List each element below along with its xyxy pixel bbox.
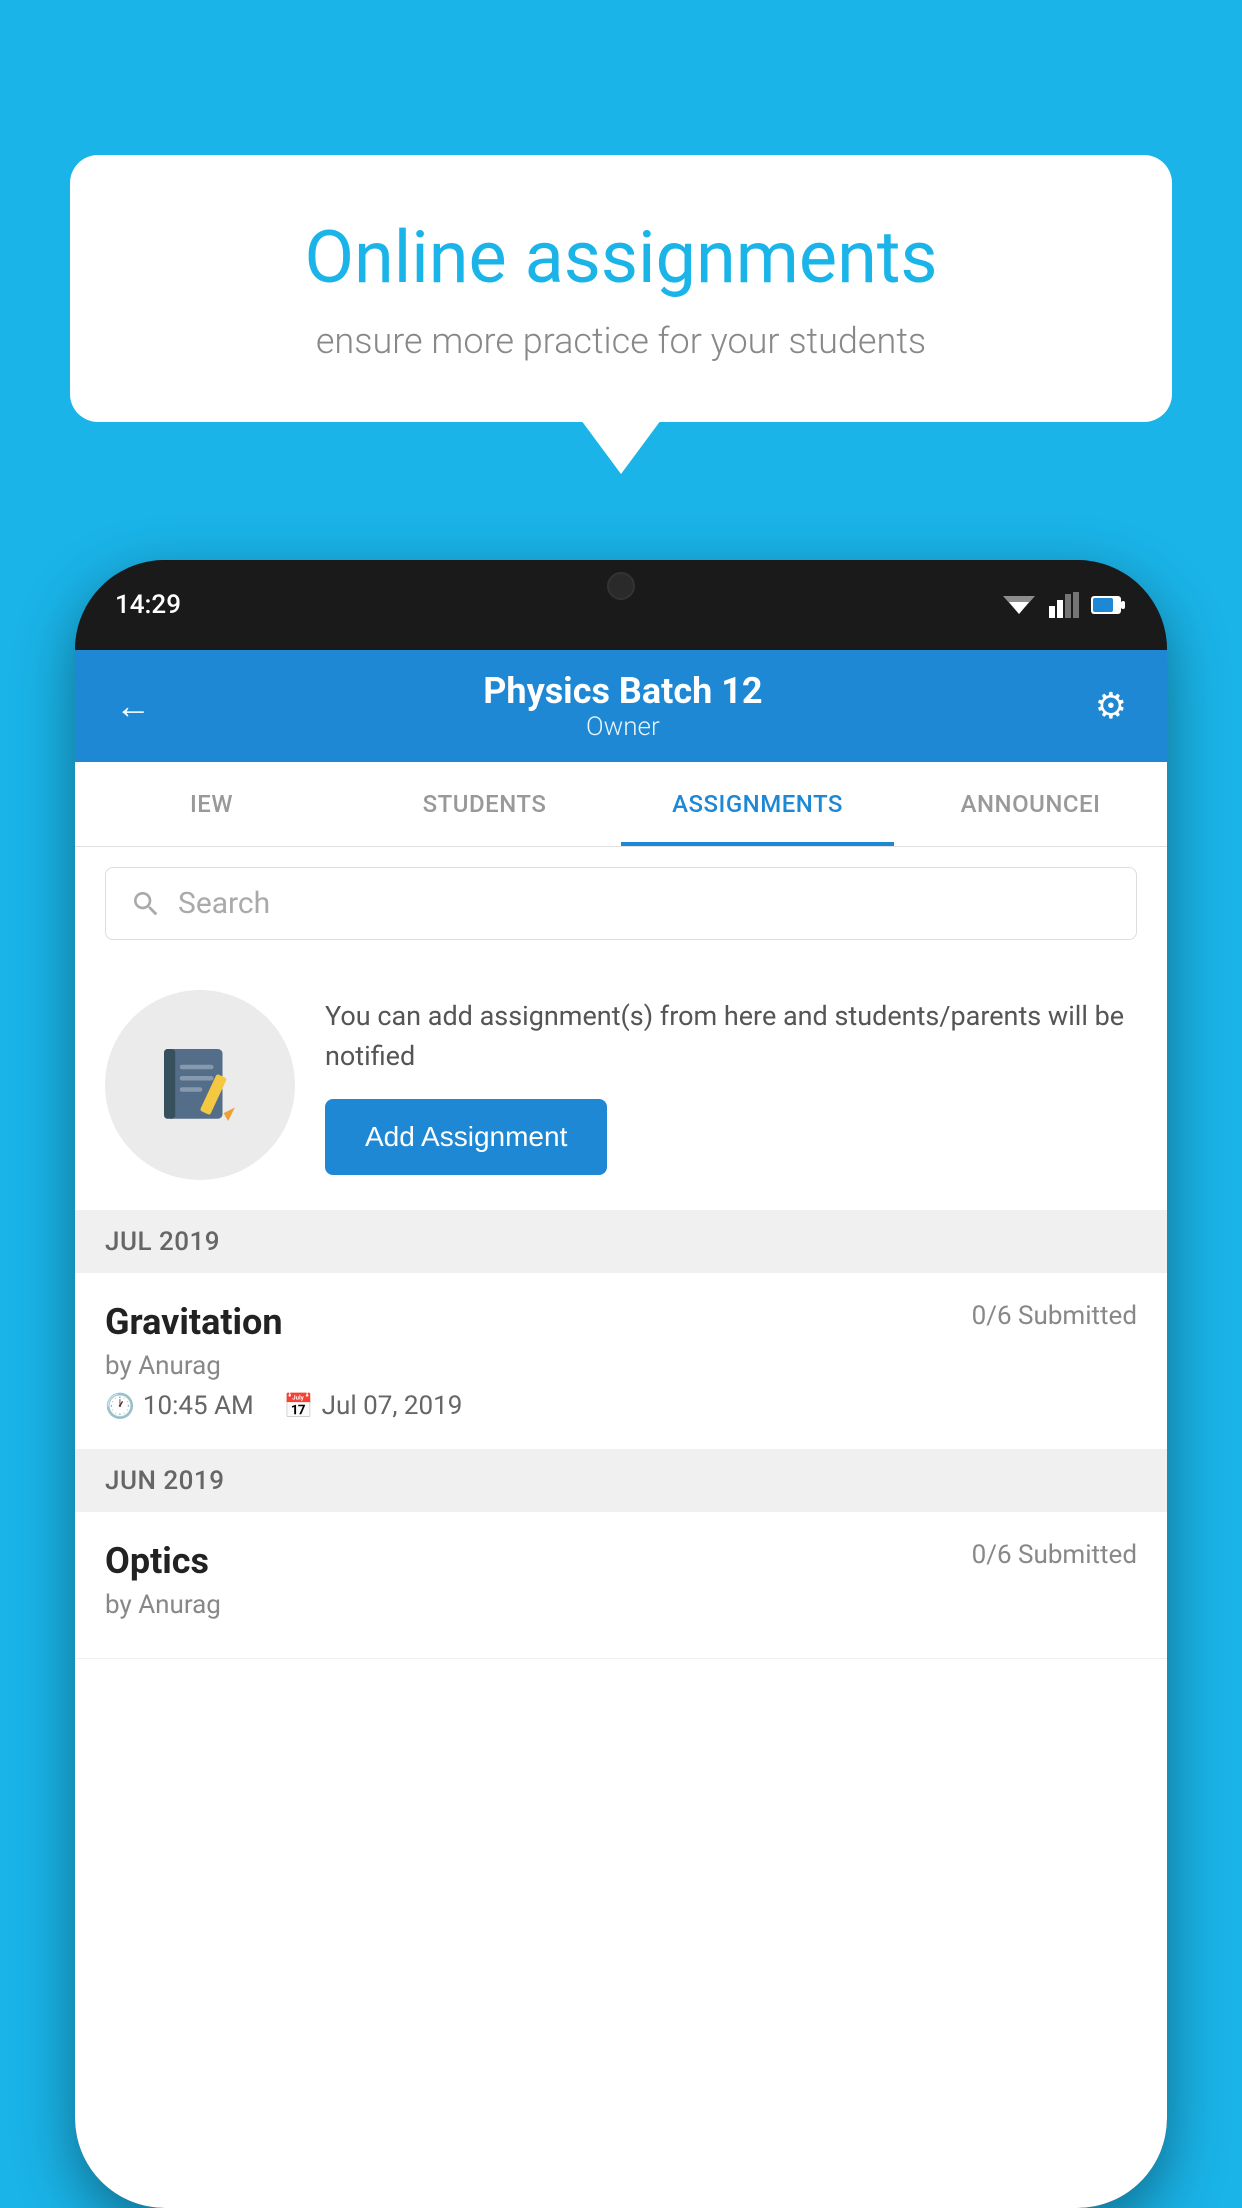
settings-icon[interactable]: ⚙ — [1095, 685, 1127, 727]
assignment-submitted-optics: 0/6 Submitted — [972, 1540, 1137, 1570]
assignment-name: Gravitation — [105, 1301, 283, 1343]
notebook-icon-container — [105, 990, 295, 1180]
search-placeholder: Search — [178, 886, 270, 921]
tab-assignments[interactable]: ASSIGNMENTS — [621, 762, 894, 846]
back-button[interactable]: ← — [115, 685, 151, 727]
meta-time: 🕐 10:45 AM — [105, 1391, 254, 1421]
speech-bubble-container: Online assignments ensure more practice … — [70, 155, 1172, 422]
assignment-by-optics: by Anurag — [105, 1590, 1137, 1620]
promo-text: You can add assignment(s) from here and … — [325, 996, 1137, 1077]
clock-icon: 🕐 — [105, 1392, 135, 1420]
app-header: ← Physics Batch 12 Owner ⚙ — [75, 650, 1167, 762]
assignment-item-optics[interactable]: Optics 0/6 Submitted by Anurag — [75, 1512, 1167, 1659]
speech-bubble-subtitle: ensure more practice for your students — [140, 320, 1102, 362]
tab-announcements[interactable]: ANNOUNCEI — [894, 762, 1167, 846]
speech-bubble-title: Online assignments — [140, 215, 1102, 300]
header-title-block: Physics Batch 12 Owner — [483, 670, 762, 742]
battery-icon — [1091, 594, 1127, 616]
section-header-jun: JUN 2019 — [75, 1450, 1167, 1512]
phone-notch — [541, 560, 701, 615]
search-icon — [130, 888, 162, 920]
header-title: Physics Batch 12 — [483, 670, 762, 712]
assignment-name-optics: Optics — [105, 1540, 209, 1582]
search-container: Search — [75, 847, 1167, 960]
header-subtitle: Owner — [483, 712, 762, 742]
phone-container: 14:29 — [75, 560, 1167, 2208]
calendar-icon: 📅 — [284, 1392, 314, 1420]
phone-camera — [607, 572, 635, 600]
signal-icon — [1049, 592, 1079, 618]
assignment-by: by Anurag — [105, 1351, 1137, 1381]
section-header-jul: JUL 2019 — [75, 1211, 1167, 1273]
meta-date: 📅 Jul 07, 2019 — [284, 1391, 463, 1421]
assignment-time: 10:45 AM — [143, 1391, 254, 1421]
assignment-top-row: Gravitation 0/6 Submitted — [105, 1301, 1137, 1343]
wifi-icon — [1001, 592, 1037, 618]
status-bar-time: 14:29 — [115, 590, 181, 620]
status-bar: 14:29 — [75, 560, 1167, 650]
phone-screen: Search — [75, 847, 1167, 2208]
search-bar[interactable]: Search — [105, 867, 1137, 940]
add-assignment-button[interactable]: Add Assignment — [325, 1099, 607, 1175]
phone-inner: ← Physics Batch 12 Owner ⚙ IEW STUDENTS … — [75, 650, 1167, 2208]
tab-bar: IEW STUDENTS ASSIGNMENTS ANNOUNCEI — [75, 762, 1167, 847]
add-assignment-promo: You can add assignment(s) from here and … — [75, 960, 1167, 1211]
tab-students[interactable]: STUDENTS — [348, 762, 621, 846]
status-bar-icons — [1001, 592, 1127, 618]
assignment-top-row-optics: Optics 0/6 Submitted — [105, 1540, 1137, 1582]
speech-bubble: Online assignments ensure more practice … — [70, 155, 1172, 422]
phone-frame: 14:29 — [75, 560, 1167, 2208]
promo-right: You can add assignment(s) from here and … — [325, 996, 1137, 1175]
assignment-item-gravitation[interactable]: Gravitation 0/6 Submitted by Anurag 🕐 10… — [75, 1273, 1167, 1450]
assignment-submitted: 0/6 Submitted — [972, 1301, 1137, 1331]
tab-iew[interactable]: IEW — [75, 762, 348, 846]
assignment-date: Jul 07, 2019 — [322, 1391, 463, 1421]
notebook-icon — [155, 1040, 245, 1130]
assignment-meta: 🕐 10:45 AM 📅 Jul 07, 2019 — [105, 1391, 1137, 1421]
